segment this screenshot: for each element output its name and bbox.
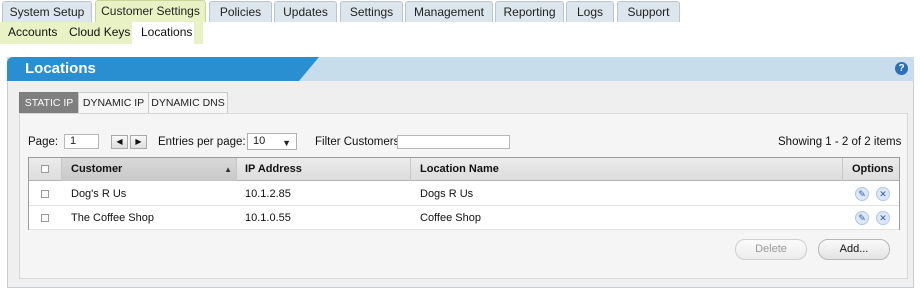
panel-header: Locations ?: [7, 57, 914, 81]
sub-nav-cloud-keys[interactable]: Cloud Keys: [69, 22, 130, 44]
delete-icon[interactable]: ✕: [876, 211, 890, 225]
prev-page-button[interactable]: ◀: [111, 135, 128, 149]
tab-dynamic-dns[interactable]: DYNAMIC DNS: [148, 92, 228, 114]
sub-nav: Accounts Cloud Keys Locations: [0, 22, 920, 44]
panel-header-tab-edge: [299, 57, 319, 81]
delete-button[interactable]: Delete: [735, 239, 807, 260]
tab-system-setup[interactable]: System Setup: [2, 1, 92, 22]
add-button[interactable]: Add...: [818, 239, 890, 260]
select-all-checkbox[interactable]: [41, 165, 49, 173]
table-row: Dog's R Us 10.1.2.85 Dogs R Us ✎ ✕: [29, 182, 899, 206]
row-checkbox[interactable]: [41, 214, 49, 222]
panel-title: Locations: [25, 60, 96, 77]
next-page-button[interactable]: ▶: [130, 135, 147, 149]
column-header-location-name[interactable]: Location Name: [411, 158, 843, 181]
chevron-down-icon: ▼: [282, 138, 291, 148]
tab-dynamic-ip[interactable]: DYNAMIC IP: [78, 92, 149, 114]
cell-ip-address: 10.1.0.55: [245, 212, 291, 224]
cell-customer: Dog's R Us: [71, 188, 127, 200]
tab-reporting[interactable]: Reporting: [495, 1, 564, 22]
filter-customers-input[interactable]: [397, 135, 510, 149]
cell-location-name: Dogs R Us: [420, 188, 474, 200]
cell-ip-address: 10.1.2.85: [245, 188, 291, 200]
tab-updates[interactable]: Updates: [274, 1, 337, 22]
select-all-cell: [29, 158, 62, 181]
entries-per-page-select[interactable]: 10 ▼: [247, 133, 297, 150]
edit-icon[interactable]: ✎: [855, 187, 869, 201]
column-header-options: Options: [852, 163, 894, 175]
cell-customer: The Coffee Shop: [71, 212, 154, 224]
tab-policies[interactable]: Policies: [209, 1, 272, 22]
entries-per-page-value: 10: [253, 135, 266, 147]
help-icon[interactable]: ?: [895, 62, 908, 75]
column-header-customer[interactable]: Customer ▲: [62, 158, 237, 181]
sub-nav-accounts[interactable]: Accounts: [8, 22, 57, 44]
edit-icon[interactable]: ✎: [855, 211, 869, 225]
top-nav: System Setup Customer Settings Policies …: [0, 0, 920, 22]
tab-customer-settings[interactable]: Customer Settings: [95, 0, 206, 22]
cell-location-name: Coffee Shop: [420, 212, 481, 224]
page-input[interactable]: 1: [64, 134, 99, 149]
tab-static-ip[interactable]: STATIC IP: [19, 92, 79, 114]
filter-customers-label: Filter Customers:: [315, 136, 403, 148]
sort-ascending-icon: ▲: [224, 165, 232, 174]
page-label: Page:: [28, 136, 59, 148]
tab-support[interactable]: Support: [617, 1, 680, 22]
tab-settings[interactable]: Settings: [340, 1, 403, 22]
table-header: Customer ▲ IP Address Location Name Opti…: [29, 158, 899, 181]
row-checkbox[interactable]: [41, 190, 49, 198]
tab-management[interactable]: Management: [405, 1, 493, 22]
column-header-ip-address[interactable]: IP Address: [237, 158, 411, 181]
sub-nav-locations[interactable]: Locations: [132, 22, 194, 44]
tab-logs[interactable]: Logs: [566, 1, 614, 22]
column-header-customer-label: Customer: [71, 163, 123, 175]
locations-table: Customer ▲ IP Address Location Name Opti…: [28, 157, 900, 230]
showing-count: Showing 1 - 2 of 2 items: [778, 136, 902, 148]
table-row: The Coffee Shop 10.1.0.55 Coffee Shop ✎ …: [29, 206, 899, 230]
entries-per-page-label: Entries per page:: [158, 136, 246, 148]
delete-icon[interactable]: ✕: [876, 187, 890, 201]
